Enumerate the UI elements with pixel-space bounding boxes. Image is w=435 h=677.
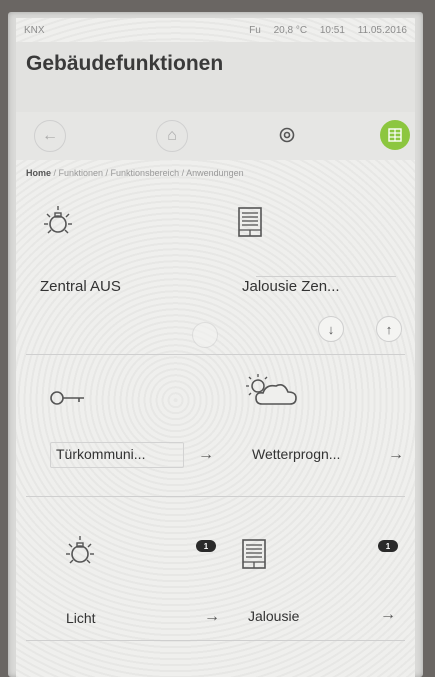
temperature-readout: 20,8 °C: [273, 24, 308, 36]
breadcrumb-path: / Funktionen / Funktionsbereich / Anwend…: [51, 168, 244, 178]
time-readout: 10:51: [319, 24, 345, 36]
tile-jalousie-zentral[interactable]: Jalousie Zen... ↓ ↑: [222, 194, 407, 342]
breadcrumb-home[interactable]: Home: [26, 168, 51, 178]
home-button[interactable]: ⌂: [156, 120, 188, 152]
key-icon: [50, 391, 84, 405]
brand-label: KNX: [24, 24, 45, 36]
label-underline: [256, 276, 396, 277]
tile-label: Türkommuni...: [56, 446, 146, 462]
date-readout: 11.05.2016: [357, 24, 407, 36]
device-frame: KNX Fu 20,8 °C 10:51 11.05.2016 Gebäudef…: [8, 12, 423, 677]
nav-bar: ← ⌂: [16, 112, 415, 160]
tile-tuerkommunikation[interactable]: Türkommuni... →: [30, 364, 215, 499]
arrow-right-icon: →: [204, 608, 220, 625]
row-divider: [26, 640, 405, 641]
grid-view-button[interactable]: [380, 120, 410, 150]
page-title: Gebäudefunktionen: [26, 52, 224, 75]
lightbulb-icon: [66, 536, 94, 564]
row-divider: [26, 496, 405, 497]
status-bar: KNX Fu 20,8 °C 10:51 11.05.2016: [16, 18, 415, 42]
gear-icon: [279, 127, 295, 143]
weather-icon: [246, 374, 297, 405]
arrow-right-icon: →: [388, 446, 404, 463]
tile-label: Jalousie: [248, 608, 300, 624]
tile-label: Licht: [66, 610, 96, 626]
status-indicator: Fu: [249, 24, 261, 36]
count-badge: 1: [196, 540, 216, 552]
arrow-up-icon: ↑: [385, 321, 393, 337]
count-badge: 1: [378, 540, 398, 552]
status-info: Fu 20,8 °C 10:51 11.05.2016: [239, 25, 407, 36]
tile-wetterprognose[interactable]: Wetterprogn... →: [222, 364, 407, 499]
tile-label: Zentral AUS: [40, 278, 121, 295]
blinds-icon: [238, 207, 262, 237]
tile-label: Jalousie Zen...: [242, 278, 340, 295]
arrow-down-icon: ↓: [327, 321, 335, 337]
home-icon: ⌂: [167, 127, 177, 144]
screen: KNX Fu 20,8 °C 10:51 11.05.2016 Gebäudef…: [16, 18, 415, 677]
grid-icon: [388, 128, 402, 142]
back-button[interactable]: ←: [34, 120, 66, 152]
arrow-right-icon: →: [198, 446, 214, 463]
row-divider: [26, 354, 405, 355]
tile-jalousie[interactable]: 1 Jalousie →: [222, 514, 407, 649]
arrow-right-icon: →: [380, 606, 396, 623]
tile-zentral-aus[interactable]: Zentral AUS: [30, 194, 215, 329]
blinds-up-button[interactable]: ↑: [376, 316, 402, 342]
settings-button[interactable]: [272, 120, 302, 150]
blinds-down-button[interactable]: ↓: [318, 316, 344, 342]
arrow-left-icon: ←: [42, 127, 58, 144]
tile-licht[interactable]: 1 Licht →: [30, 514, 220, 649]
blinds-icon: [242, 539, 266, 569]
zentral-aus-toggle[interactable]: [192, 322, 218, 348]
lightbulb-icon: [44, 206, 72, 234]
tile-label: Wetterprogn...: [252, 446, 341, 462]
breadcrumb: Home / Funktionen / Funktionsbereich / A…: [26, 168, 244, 178]
